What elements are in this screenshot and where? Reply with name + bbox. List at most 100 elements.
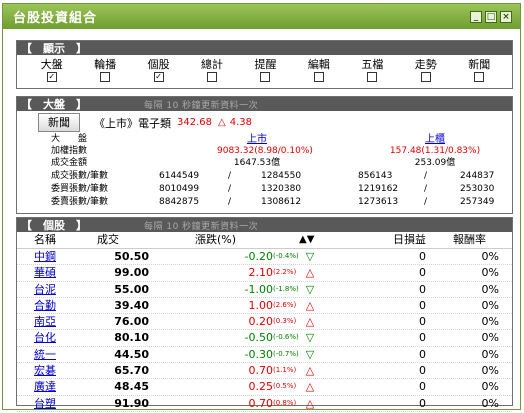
market-header-label: 【 大盤 】 xyxy=(21,98,87,111)
display-option-label: 輪播 xyxy=(94,58,117,71)
stock-name-link[interactable]: 統一 xyxy=(34,347,56,362)
stock-row: 廣達 48.45 0.25 (0.5%) △ 0 0% xyxy=(17,379,512,396)
display-option-checkbox[interactable] xyxy=(260,72,271,82)
market-panel: 【 大盤 】 每隔 10 秒鐘更新資料一次 新聞 《上市》電子類 342.68 … xyxy=(16,96,513,214)
stock-return-rate: 0% xyxy=(481,315,499,329)
down-arrow-icon: ▽ xyxy=(305,347,315,361)
stock-name-link[interactable]: 廣達 xyxy=(34,379,56,394)
stock-return-rate: 0% xyxy=(481,282,499,296)
listed-market-link[interactable]: 上市 xyxy=(217,134,297,145)
display-option-checkbox[interactable] xyxy=(367,72,378,82)
stock-daily-pl: 0 xyxy=(419,364,426,378)
stock-daily-pl: 0 xyxy=(419,298,426,312)
stocks-header-label: 【 個股 】 xyxy=(21,219,87,232)
stock-price: 39.40 xyxy=(114,298,149,312)
column-volume[interactable]: 成交 xyxy=(97,232,119,248)
display-option-checkbox[interactable]: ✓ xyxy=(153,72,164,82)
display-option-checkbox[interactable] xyxy=(207,72,218,82)
stock-return-rate: 0% xyxy=(481,380,499,394)
close-button[interactable]: × xyxy=(500,10,512,23)
column-change[interactable]: 漲跌(%) xyxy=(195,232,236,248)
stock-change: -0.50 xyxy=(244,331,273,345)
market-row-turnover: 成交金額 1647.53億 253.09億 xyxy=(17,158,512,169)
otc-index-value: 157.48(1.31/0.83%) xyxy=(389,146,481,156)
minimize-button[interactable]: _ xyxy=(470,10,482,23)
otc-count: 253030 xyxy=(460,184,495,194)
market-row-label: 委賣張數/筆數 xyxy=(51,197,109,207)
stock-return-rate: 0% xyxy=(481,298,499,312)
stock-name-link[interactable]: 南亞 xyxy=(34,314,56,329)
otc-market-link[interactable]: 上櫃 xyxy=(385,134,485,145)
stock-row: 台化 80.10 -0.50 (-0.6%) ▽ 0 0% xyxy=(17,330,512,347)
stock-name-link[interactable]: 華碩 xyxy=(34,265,56,280)
stock-name-link[interactable]: 中鋼 xyxy=(34,249,56,264)
separator: / xyxy=(424,184,428,194)
news-button[interactable]: 新聞 xyxy=(38,113,80,132)
display-option: 大盤 ✓ xyxy=(25,58,78,82)
separator: / xyxy=(228,197,232,207)
market-row-label: 大 盤 xyxy=(51,134,88,144)
stock-price: 55.00 xyxy=(114,282,149,296)
down-arrow-icon: ▽ xyxy=(305,250,315,263)
stock-name-link[interactable]: 合勤 xyxy=(34,298,56,313)
stock-change: 0.70 xyxy=(248,364,274,378)
stock-price: 80.10 xyxy=(114,331,149,345)
stocks-table-body: 中鋼 50.50 -0.20 (-0.4%) ▽ 0 0% 華碩 99.00 2.10 (2.2%)… xyxy=(17,249,512,412)
column-name[interactable]: 名稱 xyxy=(34,232,56,248)
listed-count: 1284550 xyxy=(261,171,302,181)
display-option-label: 新聞 xyxy=(468,58,491,71)
stock-name-link[interactable]: 台化 xyxy=(34,330,56,345)
listed-index-value: 9083.32(8.98/0.10%) xyxy=(217,146,313,156)
display-option-checkbox[interactable]: ✓ xyxy=(46,72,57,82)
stock-price: 99.00 xyxy=(114,266,149,280)
listed-volume: 6144549 xyxy=(159,171,200,181)
display-option-checkbox[interactable] xyxy=(474,72,485,82)
title-bar: 台股投資組合 _ □ × xyxy=(3,4,520,29)
display-option: 個股 ✓ xyxy=(132,58,185,82)
up-arrow-icon: △ xyxy=(305,298,315,312)
maximize-button[interactable]: □ xyxy=(485,10,497,23)
stock-name-link[interactable]: 宏碁 xyxy=(34,363,56,378)
stock-row: 台泥 55.00 -1.00 (-1.8%) ▽ 0 0% xyxy=(17,282,512,298)
sort-arrows-icon[interactable]: ▲▼ xyxy=(299,232,314,248)
stocks-panel-header: 【 個股 】 每隔 10 秒鐘更新資料一次 xyxy=(17,218,512,232)
stock-name-link[interactable]: 台塑 xyxy=(34,396,56,411)
market-row-label: 加權指數 xyxy=(51,146,88,156)
stock-change-pct: (2.2%) xyxy=(273,268,297,277)
otc-count: 244837 xyxy=(460,171,495,181)
display-option-checkbox[interactable] xyxy=(100,72,111,82)
column-daily-pl[interactable]: 日損益 xyxy=(393,232,426,248)
stock-name-link[interactable]: 台泥 xyxy=(34,282,56,297)
otc-volume: 1273613 xyxy=(358,197,399,207)
window-title: 台股投資組合 xyxy=(13,11,98,26)
up-arrow-icon: △ xyxy=(305,380,315,394)
down-arrow-icon: ▽ xyxy=(305,282,315,296)
listed-volume: 8010499 xyxy=(159,184,200,194)
display-option: 新聞 xyxy=(453,58,506,82)
separator: / xyxy=(424,197,428,207)
index-label: 《上市》電子類 xyxy=(94,116,171,130)
display-option-label: 個股 xyxy=(147,58,170,71)
stocks-panel: 【 個股 】 每隔 10 秒鐘更新資料一次 名稱 成交 漲跌(%) ▲▼ 日損益… xyxy=(16,217,513,412)
stock-change-pct: (0.8%) xyxy=(273,398,297,407)
stock-price: 65.70 xyxy=(114,364,149,378)
market-row-trades: 成交張數/筆數 6144549 / 1284550 856143 / 24483… xyxy=(17,171,512,182)
stock-change: -0.20 xyxy=(244,250,273,263)
otc-turnover: 253.09億 xyxy=(414,158,456,168)
separator: / xyxy=(228,171,232,181)
stock-change: 0.70 xyxy=(248,396,274,410)
stock-change-pct: (-1.8%) xyxy=(273,284,299,293)
portfolio-window: 台股投資組合 _ □ × 【 顯示 】 大盤 ✓ 輪播 個股 ✓ 總計 提醒 編輯 五檔 走勢 新聞… xyxy=(2,3,521,412)
stock-row: 中鋼 50.50 -0.20 (-0.4%) ▽ 0 0% xyxy=(17,249,512,266)
display-option: 輪播 xyxy=(78,58,131,82)
otc-volume: 856143 xyxy=(358,171,393,181)
display-option-label: 提醒 xyxy=(254,58,277,71)
column-return-rate[interactable]: 報酬率 xyxy=(453,232,486,248)
otc-volume: 1219162 xyxy=(358,184,399,194)
display-option-checkbox[interactable] xyxy=(420,72,431,82)
stock-change-pct: (0.3%) xyxy=(273,317,297,326)
display-option-checkbox[interactable] xyxy=(313,72,324,82)
index-value: 342.68 xyxy=(177,117,212,128)
market-row-index: 加權指數 9083.32(8.98/0.10%) 157.48(1.31/0.8… xyxy=(17,146,512,157)
stock-change: 0.25 xyxy=(248,380,274,394)
